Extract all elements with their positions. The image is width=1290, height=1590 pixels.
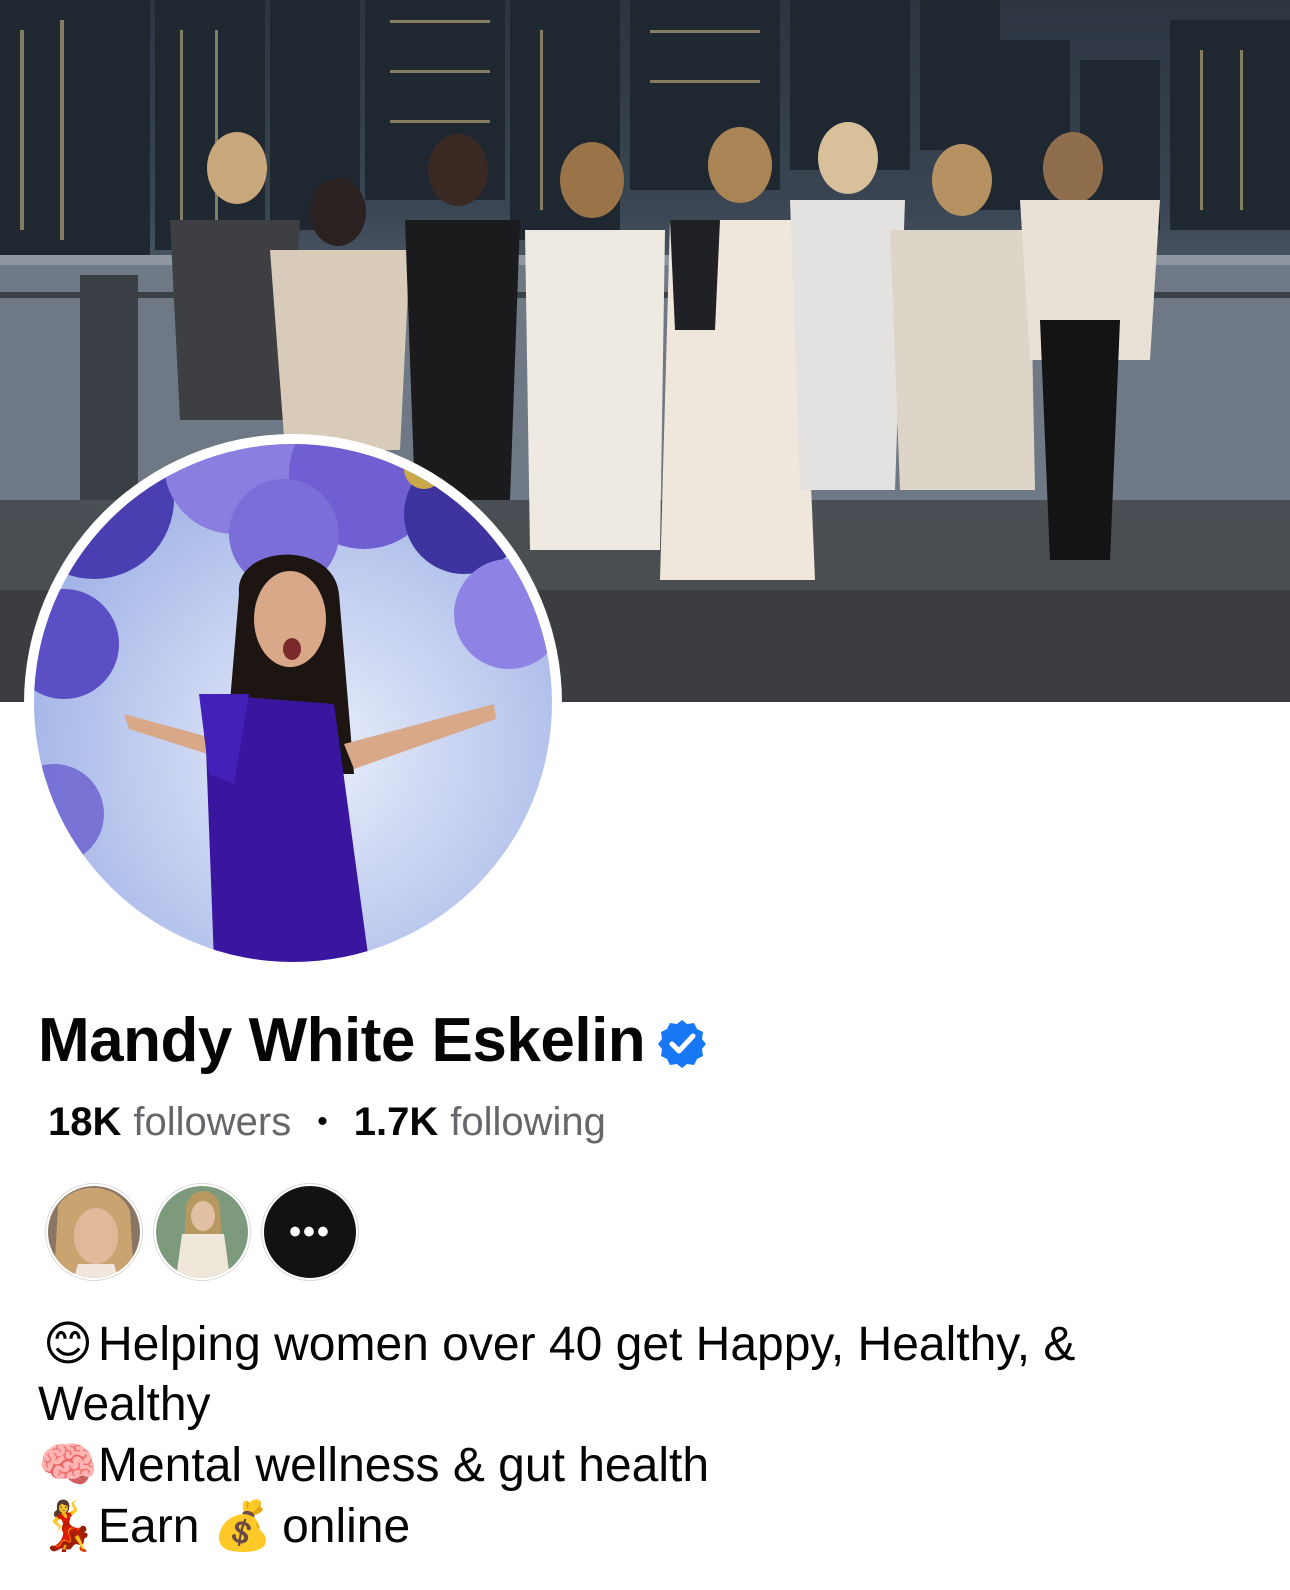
money-bag-icon: 💰 [212,1498,273,1554]
mutual-friend-avatar[interactable] [154,1184,250,1280]
bio-line-2: 🧠Mental wellness & gut health [38,1435,1248,1496]
mutual-friend-avatar[interactable] [46,1184,142,1280]
more-icon: ••• [289,1212,331,1251]
following-link[interactable]: 1.7K following [354,1096,606,1148]
profile-avatar-image [34,444,552,962]
following-label: following [450,1100,606,1144]
bio-line-2-text: Mental wellness & gut health [98,1439,710,1492]
profile-name: Mandy White Eskelin [38,1006,646,1075]
bio-line-3-text-a: Earn [98,1500,200,1553]
profile-header: Mandy White Eskelin [38,1004,707,1078]
bio-line-3: 💃Earn 💰 online [38,1496,1248,1557]
mutual-friends-row: ••• [46,1184,358,1280]
stats-separator: • [317,1105,328,1138]
bio-line-1-continued: Wealthy [38,1378,211,1431]
profile-stats: 18K followers • 1.7K following [48,1096,606,1148]
more-mutual-friends-button[interactable]: ••• [262,1184,358,1280]
bio-line-3-text-b: online [282,1500,411,1553]
followers-link[interactable]: 18K followers [48,1096,291,1148]
profile-bio: 😊 Helping women over 40 get Happy, Health… [38,1314,1248,1557]
bio-line-1: 😊 Helping women over 40 get Happy, Health… [38,1314,1248,1375]
bio-line-1-text: Helping women over 40 get Happy, Healthy… [98,1318,1076,1371]
dancer-icon: 💃 [38,1498,98,1554]
followers-count: 18K [48,1100,122,1144]
profile-avatar[interactable] [24,434,562,972]
verified-badge-icon[interactable] [657,1018,707,1068]
brain-icon: 🧠 [38,1437,98,1493]
following-count: 1.7K [353,1100,439,1144]
smiling-face-icon: 😊 [42,1316,94,1372]
followers-label: followers [133,1100,292,1144]
